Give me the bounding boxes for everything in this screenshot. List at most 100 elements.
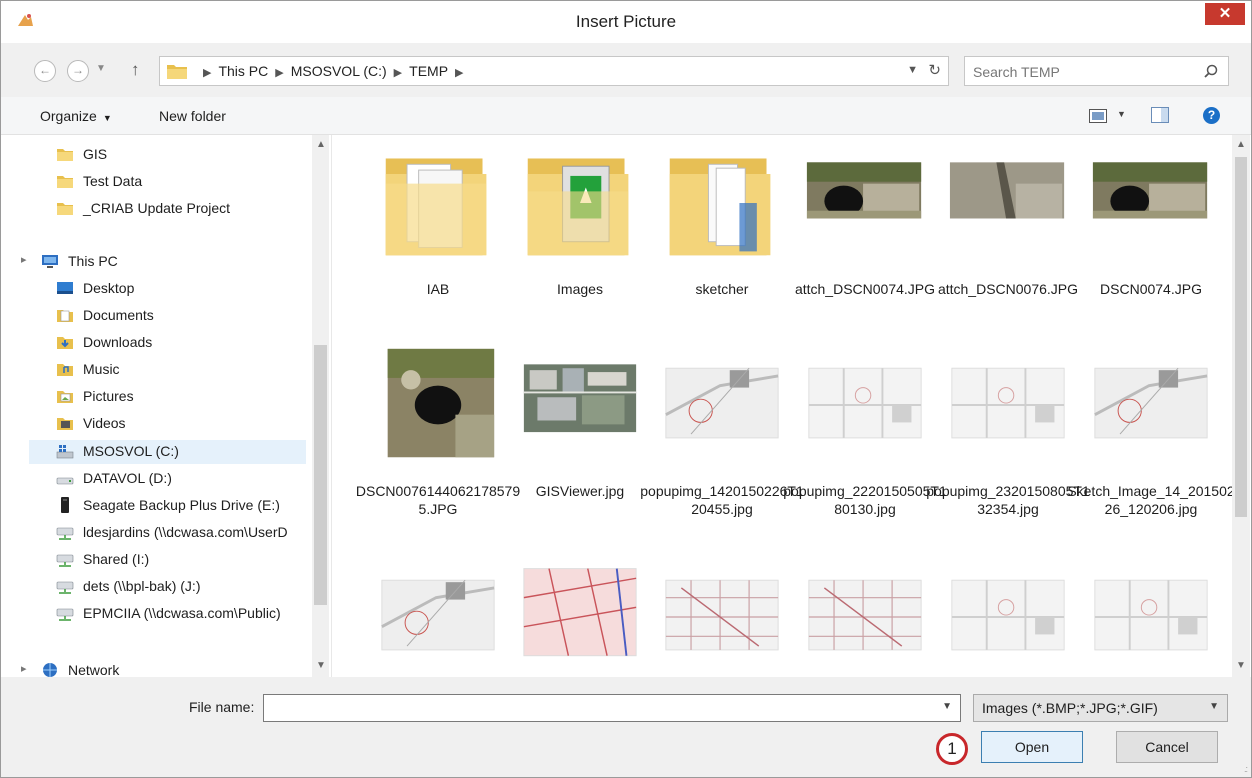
sidebar-item-dets-bpl-bak-j[interactable]: dets (\\bpl-bak) (J:)	[56, 575, 301, 599]
sidebar-item-seagate-backup-plus-drive-e[interactable]: Seagate Backup Plus Drive (E:)	[56, 494, 301, 518]
search-box[interactable]	[964, 56, 1229, 86]
file-item[interactable]: DSCN0074.JPG	[1067, 143, 1210, 313]
breadcrumb-chevron-icon: ▶	[203, 67, 212, 79]
sidebar-item-music[interactable]: Music	[56, 358, 301, 382]
preview-pane-icon[interactable]	[1151, 107, 1169, 123]
help-icon[interactable]: ?	[1203, 107, 1220, 124]
file-item[interactable]: attch_DSCN0074.JPG	[781, 143, 935, 313]
address-history-chevron-icon[interactable]: ▼	[907, 64, 918, 76]
file-item[interactable]: Sketch_Image_15_20150226_12150	[496, 557, 639, 677]
resize-grip-icon[interactable]: .:	[1244, 764, 1248, 774]
sidebar-item-this-pc[interactable]: This PC	[41, 250, 301, 274]
scroll-down-icon[interactable]: ▼	[1236, 660, 1246, 671]
scroll-up-icon[interactable]: ▲	[1236, 139, 1246, 150]
up-button[interactable]: ↑	[131, 60, 140, 80]
nav-expand-chevron-icon[interactable]: ▸	[21, 662, 27, 675]
sidebar-item-label: Downloads	[83, 334, 153, 350]
sidebar-item-label: Test Data	[83, 173, 143, 189]
breadcrumb-this-pc[interactable]: This PC	[218, 63, 268, 79]
sidebar-item-datavol-d[interactable]: DATAVOL (D:)	[56, 467, 301, 491]
cancel-button[interactable]: Cancel	[1116, 731, 1218, 763]
file-name-label: File name:	[189, 699, 255, 715]
open-button[interactable]: Open	[981, 731, 1083, 763]
sidebar-item-label: dets (\\bpl-bak) (J:)	[83, 578, 201, 594]
breadcrumb-chevron-icon[interactable]: ▶	[455, 67, 463, 79]
external-drive-icon	[61, 497, 69, 513]
file-item[interactable]: Sketch_Image_22_20150505_17540	[924, 557, 1067, 677]
sidebar-item-label: GIS	[83, 146, 108, 162]
navigation-pane-scrollbar[interactable]: ▲ ▼	[312, 135, 329, 677]
folder-item[interactable]: Images	[496, 143, 639, 313]
step-callout-badge: 1	[936, 733, 968, 765]
scrollbar-thumb[interactable]	[1235, 157, 1247, 517]
file-item[interactable]: Sketch_Image_21_20150505_11053	[638, 557, 781, 677]
sidebar-item-criab-update-project[interactable]: _CRIAB Update Project	[56, 197, 301, 221]
breadcrumb-temp[interactable]: TEMP	[409, 63, 448, 79]
image-thumbnail	[523, 568, 637, 657]
sidebar-item-documents[interactable]: Documents	[56, 304, 301, 328]
view-options-chevron-icon[interactable]: ▼	[1117, 109, 1126, 119]
file-item[interactable]: attch_DSCN0076.JPG	[924, 143, 1078, 313]
close-button[interactable]: ✕	[1205, 3, 1245, 25]
folder-icon	[167, 65, 187, 79]
organize-button[interactable]: Organize ▼	[40, 108, 112, 124]
forward-button[interactable]: →	[67, 60, 89, 82]
search-icon[interactable]	[1204, 64, 1218, 78]
network-drive-icon	[56, 554, 74, 567]
file-item[interactable]: Sketch_Image_23_20150505_17551	[1067, 557, 1210, 677]
sidebar-item-label: Shared (I:)	[83, 551, 150, 567]
change-view-icon[interactable]	[1089, 109, 1107, 123]
sidebar-item-gis[interactable]: GIS	[56, 143, 301, 167]
file-item[interactable]: popupimg_1420150226T120455.jpg	[638, 345, 804, 517]
folder-item[interactable]: sketcher	[638, 143, 781, 313]
nav-expand-chevron-icon[interactable]: ▸	[21, 253, 27, 266]
file-item[interactable]: popupimg_2220150505T180130.jpg	[781, 345, 947, 517]
file-name-input[interactable]	[270, 699, 920, 717]
folder-icon	[57, 203, 73, 215]
sidebar-item-epmciia-dcwasa-com-public[interactable]: EPMCIIA (\\dcwasa.com\Public)	[56, 602, 301, 626]
image-thumbnail	[1094, 367, 1208, 439]
scroll-down-icon[interactable]: ▼	[316, 660, 326, 671]
breadcrumb-chevron-icon[interactable]: ▶	[275, 67, 283, 79]
sidebar-item-test-data[interactable]: Test Data	[56, 170, 301, 194]
file-item[interactable]: GISViewer.jpg	[496, 345, 639, 515]
file-list-scrollbar[interactable]: ▲ ▼	[1232, 135, 1250, 677]
sidebar-item-videos[interactable]: Videos	[56, 412, 301, 436]
sidebar-item-ldesjardins-dcwasa-com-userd[interactable]: ldesjardins (\\dcwasa.com\UserD	[56, 521, 301, 545]
back-button[interactable]: ←	[34, 60, 56, 82]
sidebar-item-msosvol-c[interactable]: MSOSVOL (C:)	[29, 440, 306, 464]
file-item[interactable]: Sketch_Image_14_20150226_12023	[354, 557, 497, 677]
sidebar-item-label: Videos	[83, 415, 126, 431]
sidebar-item-network[interactable]: Network	[41, 659, 301, 677]
sidebar-item-downloads[interactable]: Downloads	[56, 331, 301, 355]
sidebar-item-label: Seagate Backup Plus Drive (E:)	[83, 497, 280, 513]
new-folder-button[interactable]: New folder	[159, 108, 226, 124]
sidebar-item-label: Desktop	[83, 280, 135, 296]
file-item[interactable]: Sketch_Image_14_20150226_120206.jpg	[1067, 345, 1235, 517]
file-item[interactable]: DSCN00761440621785795.JPG	[354, 345, 520, 517]
file-type-select[interactable]: Images (*.BMP;*.JPG;*.GIF) ▼	[973, 694, 1228, 722]
sidebar-item-pictures[interactable]: Pictures	[56, 385, 301, 409]
image-thumbnail	[951, 367, 1065, 439]
music-icon	[57, 364, 73, 376]
scrollbar-thumb[interactable]	[314, 345, 327, 605]
refresh-icon[interactable]: ↻	[928, 61, 941, 79]
search-input[interactable]	[973, 62, 1183, 82]
breadcrumb-chevron-icon[interactable]: ▶	[394, 67, 402, 79]
sidebar-item-label: ldesjardins (\\dcwasa.com\UserD	[83, 524, 288, 540]
file-item[interactable]: Sketch_Image_21_20150505_11054	[781, 557, 924, 677]
address-bar[interactable]: ▶ This PC ▶ MSOSVOL (C:) ▶ TEMP ▶ ▼ ↻	[159, 56, 949, 86]
sidebar-item-shared-i[interactable]: Shared (I:)	[56, 548, 301, 572]
sidebar-item-desktop[interactable]: Desktop	[56, 277, 301, 301]
sidebar-item-label: _CRIAB Update Project	[83, 200, 231, 216]
breadcrumb-msosvol[interactable]: MSOSVOL (C:)	[291, 63, 387, 79]
scroll-up-icon[interactable]: ▲	[316, 139, 326, 150]
folder-icon	[527, 158, 629, 256]
drive-icon	[56, 477, 74, 485]
recent-locations-chevron-icon[interactable]: ▼	[96, 63, 106, 74]
folder-item[interactable]: IAB	[354, 143, 497, 313]
chevron-down-icon[interactable]: ▼	[942, 701, 952, 712]
image-thumbnail	[806, 162, 922, 219]
file-name-combobox[interactable]: ▼	[263, 694, 961, 722]
file-item[interactable]: popupimg_2320150805T132354.jpg	[924, 345, 1090, 517]
